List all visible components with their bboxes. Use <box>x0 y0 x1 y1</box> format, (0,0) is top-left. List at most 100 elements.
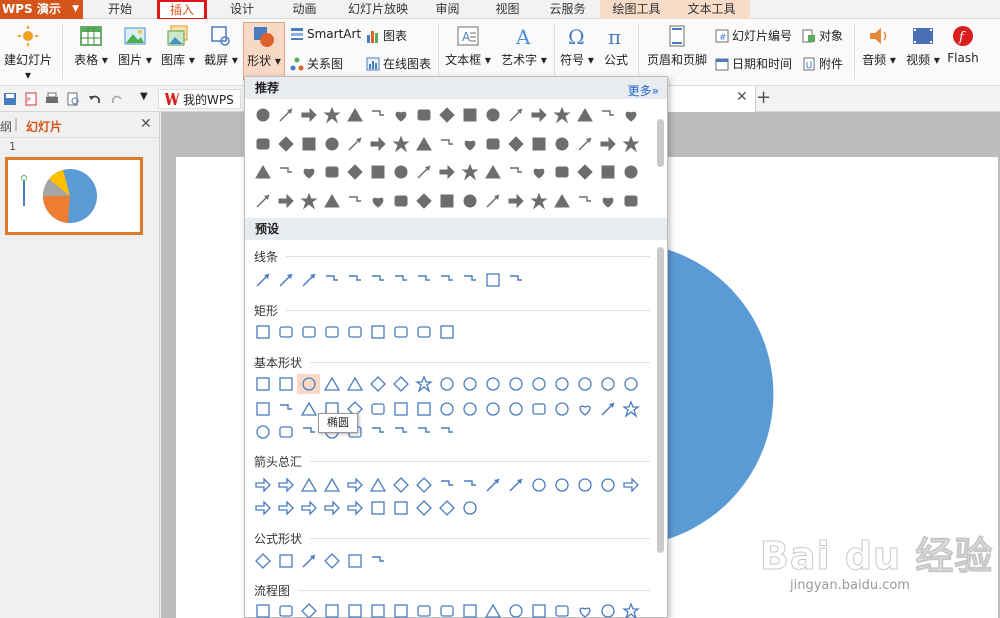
wordart-button[interactable]: A 艺术字 ▾ <box>496 25 552 68</box>
line-shape-7[interactable] <box>389 270 412 290</box>
basic-shape-8[interactable] <box>412 399 435 419</box>
tab-outline[interactable]: 纲 <box>0 118 12 135</box>
close-tab-icon[interactable]: ✕ <box>736 89 748 105</box>
recommended-shape-8[interactable] <box>412 162 435 182</box>
slide-thumbnail[interactable] <box>5 157 143 235</box>
picture-button[interactable]: 图片 ▾ <box>114 25 156 68</box>
arrow-shape-12[interactable] <box>504 475 527 495</box>
arrow-shape-1[interactable] <box>251 475 274 495</box>
arrow-shape-17[interactable] <box>619 475 642 495</box>
rectangle-shape-9[interactable] <box>435 322 458 342</box>
recommended-shape-9[interactable] <box>435 134 458 154</box>
recommended-shape-10[interactable] <box>458 191 481 211</box>
recommended-shape-13[interactable] <box>527 191 550 211</box>
recommended-shape-4[interactable] <box>320 105 343 125</box>
textbox-button[interactable]: A 文本框 ▾ <box>442 25 494 68</box>
recommended-shape-9[interactable] <box>435 105 458 125</box>
basic-shape-8[interactable] <box>412 422 435 442</box>
flowchart-shape-16[interactable] <box>596 601 619 618</box>
recommended-shape-6[interactable] <box>366 162 389 182</box>
basic-shape-9[interactable] <box>435 374 458 394</box>
basic-shape-13[interactable] <box>527 399 550 419</box>
basic-shape-10[interactable] <box>458 374 481 394</box>
flowchart-shape-5[interactable] <box>343 601 366 618</box>
recommended-shape-3[interactable] <box>297 162 320 182</box>
tab-cloud[interactable]: 云服务 <box>540 0 595 19</box>
formula-button[interactable]: π 公式 <box>598 25 634 68</box>
smartart-button[interactable]: SmartArt <box>290 27 361 41</box>
arrow-shape-3[interactable] <box>297 498 320 518</box>
rectangle-shape-8[interactable] <box>412 322 435 342</box>
flash-button[interactable]: f Flash <box>944 25 982 65</box>
attachment-button[interactable]: 附件 <box>802 55 843 72</box>
arrow-shape-9[interactable] <box>435 475 458 495</box>
tab-review[interactable]: 审阅 <box>425 0 470 19</box>
flowchart-shape-2[interactable] <box>274 601 297 618</box>
recommended-shape-6[interactable] <box>366 105 389 125</box>
formula-shape-2[interactable] <box>274 551 297 571</box>
recommended-shape-14[interactable] <box>550 162 573 182</box>
basic-shape-11[interactable] <box>481 374 504 394</box>
arrow-shape-2[interactable] <box>274 498 297 518</box>
flowchart-shape-1[interactable] <box>251 601 274 618</box>
recommended-shape-11[interactable] <box>481 105 504 125</box>
line-shape-9[interactable] <box>435 270 458 290</box>
line-shape-3[interactable] <box>297 270 320 290</box>
arrow-shape-2[interactable] <box>274 475 297 495</box>
basic-shape-14[interactable] <box>550 374 573 394</box>
rectangle-shape-3[interactable] <box>297 322 320 342</box>
undo-icon[interactable] <box>88 92 102 106</box>
basic-shape-5[interactable] <box>343 374 366 394</box>
recommended-shape-5[interactable] <box>343 105 366 125</box>
recommended-shape-16[interactable] <box>596 191 619 211</box>
recommended-shape-7[interactable] <box>389 134 412 154</box>
arrow-shape-6[interactable] <box>366 475 389 495</box>
formula-shape-3[interactable] <box>297 551 320 571</box>
basic-shape-15[interactable] <box>573 399 596 419</box>
basic-shape-1[interactable] <box>251 422 274 442</box>
arrow-shape-4[interactable] <box>320 498 343 518</box>
header-footer-button[interactable]: 页眉和页脚 <box>644 25 710 68</box>
recommended-shape-11[interactable] <box>481 134 504 154</box>
basic-shape-8[interactable] <box>412 374 435 394</box>
tab-drawing-tools[interactable]: 绘图工具 <box>600 0 673 19</box>
basic-shape-9[interactable] <box>435 399 458 419</box>
tab-slideshow[interactable]: 幻灯片放映 <box>338 0 418 19</box>
recommended-shape-14[interactable] <box>550 191 573 211</box>
recommended-shape-4[interactable] <box>320 134 343 154</box>
rectangle-shape-6[interactable] <box>366 322 389 342</box>
date-time-button[interactable]: 日期和时间 <box>715 55 792 72</box>
basic-shape-4[interactable] <box>320 374 343 394</box>
basic-shape-7[interactable] <box>389 399 412 419</box>
recommended-shape-13[interactable] <box>527 162 550 182</box>
basic-shape-1[interactable] <box>251 399 274 419</box>
line-shape-6[interactable] <box>366 270 389 290</box>
symbol-button[interactable]: Ω 符号 ▾ <box>556 25 598 68</box>
recommended-shape-17[interactable] <box>619 134 642 154</box>
arrow-shape-16[interactable] <box>596 475 619 495</box>
arrow-shape-10[interactable] <box>458 475 481 495</box>
close-panel-icon[interactable]: ✕ <box>140 116 152 132</box>
basic-shape-16[interactable] <box>596 374 619 394</box>
recommended-shape-15[interactable] <box>573 162 596 182</box>
recommended-shape-7[interactable] <box>389 105 412 125</box>
tab-home[interactable]: 开始 <box>95 0 145 19</box>
arrow-shape-6[interactable] <box>366 498 389 518</box>
basic-shape-9[interactable] <box>435 422 458 442</box>
formula-shape-5[interactable] <box>343 551 366 571</box>
recommended-shape-8[interactable] <box>412 134 435 154</box>
arrow-shape-13[interactable] <box>527 475 550 495</box>
arrow-shape-10[interactable] <box>458 498 481 518</box>
line-shape-11[interactable] <box>481 270 504 290</box>
tab-design[interactable]: 设计 <box>217 0 267 19</box>
recommended-shape-5[interactable] <box>343 162 366 182</box>
recommended-shape-17[interactable] <box>619 105 642 125</box>
recommended-shape-14[interactable] <box>550 134 573 154</box>
line-shape-12[interactable] <box>504 270 527 290</box>
flowchart-shape-13[interactable] <box>527 601 550 618</box>
recommended-shape-16[interactable] <box>596 105 619 125</box>
recommended-shape-7[interactable] <box>389 162 412 182</box>
arrow-shape-1[interactable] <box>251 498 274 518</box>
line-shape-4[interactable] <box>320 270 343 290</box>
chart-button[interactable]: 图表 <box>366 27 407 44</box>
